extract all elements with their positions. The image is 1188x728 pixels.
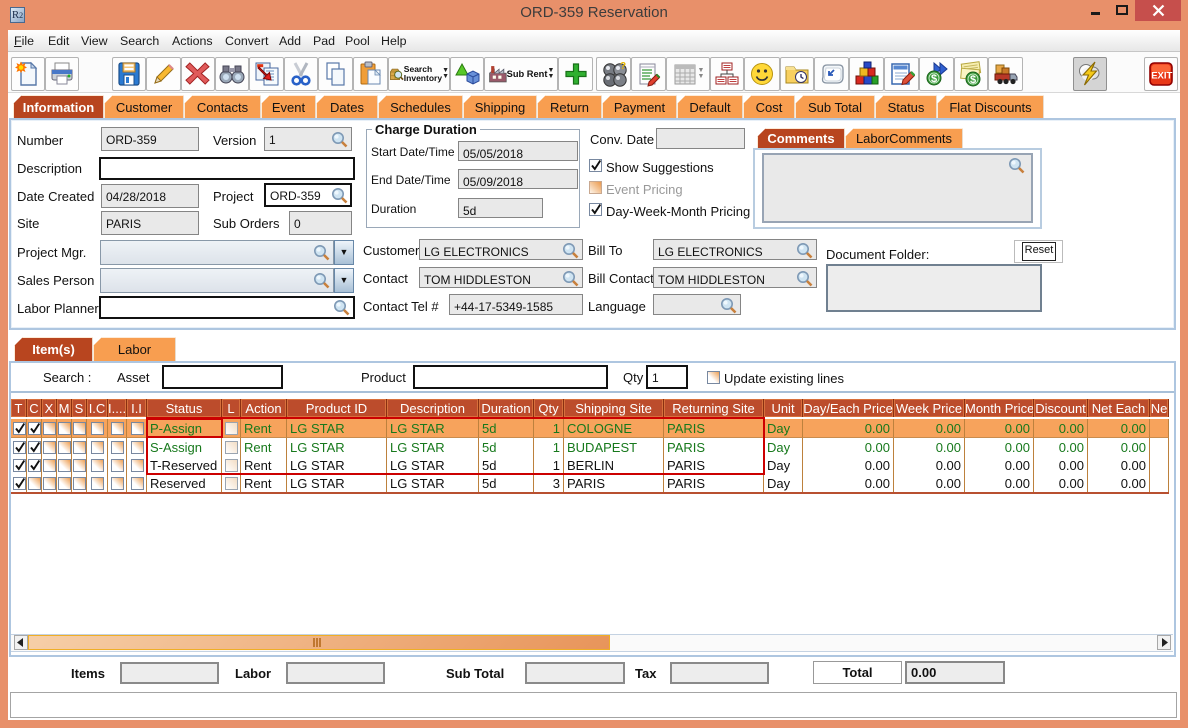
svg-text:EXIT: EXIT <box>1151 71 1172 82</box>
svg-text:$: $ <box>970 74 976 86</box>
svg-text:?: ? <box>620 61 626 72</box>
svg-text:$: $ <box>931 73 937 85</box>
